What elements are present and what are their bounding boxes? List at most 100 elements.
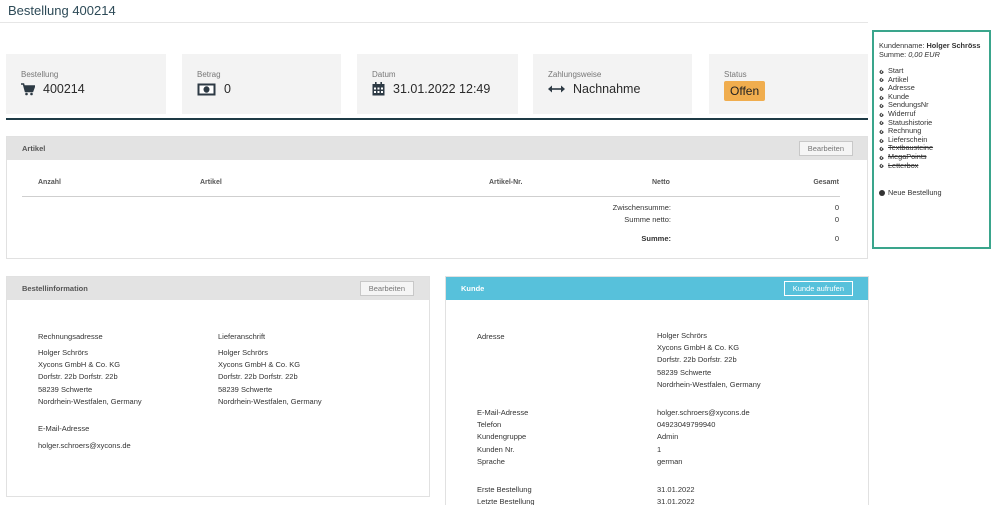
col-header-anzahl: Anzahl (38, 179, 61, 186)
sidebar-summe-label: Summe: (879, 50, 907, 59)
rechnungsadresse-label: Rechnungsadresse (38, 332, 103, 341)
address-line: Xycons GmbH & Co. KG (38, 360, 121, 370)
card-datum: Datum 31.01.2022 12:49 (357, 54, 518, 114)
neue-bestellung-label: Neue Bestellung (888, 188, 942, 198)
lieferanschrift: Holger Schrörs Xycons GmbH & Co. KG Dorf… (218, 347, 322, 408)
field-value: 04923049799940 (657, 420, 716, 430)
adresse-label: Adresse (477, 332, 505, 341)
address-line: Holger Schrörs (38, 348, 89, 357)
link-icon (879, 112, 884, 117)
bestellinfo-panel: Bestellinformation Bearbeiten Rechnungsa… (6, 276, 430, 497)
cart-icon (21, 82, 35, 95)
kunde-field-labels: E-Mail-Adresse Telefon Kundengruppe Kund… (477, 407, 528, 468)
address-line: 58239 Schwerte (657, 367, 712, 377)
summe-netto-value: 0 (834, 215, 839, 224)
field-value: holger.schroers@xycons.de (657, 408, 750, 417)
col-header-artikel: Artikel (200, 179, 222, 186)
artikel-panel: Artikel Bearbeiten Anzahl Artikel Artike… (6, 136, 868, 259)
kundenname-value: Holger Schröss (926, 41, 981, 50)
field-label: E-Mail-Adresse (477, 408, 529, 417)
address-line: Nordrhein-Westfalen, Germany (38, 396, 142, 406)
address-line: 58239 Schwerte (218, 384, 273, 394)
card-label: Status (724, 70, 747, 79)
col-header-netto: Netto (652, 179, 670, 186)
date-value: 31.01.2022 (657, 485, 695, 494)
address-line: 58239 Schwerte (38, 384, 93, 394)
card-value: Nachnahme (573, 82, 641, 96)
address-line: Xycons GmbH & Co. KG (657, 343, 740, 353)
summe-line: Summe: 0,00 EUR (879, 50, 989, 59)
summe-netto-label: Summe netto: (624, 215, 671, 224)
sidebar-link-letterbox[interactable]: Letterbox (879, 160, 989, 171)
card-status: Status Offen (709, 54, 868, 114)
lieferanschrift-label: Lieferanschrift (218, 332, 266, 341)
kunde-adresse: Holger Schrörs Xycons GmbH & Co. KG Dorf… (657, 330, 761, 391)
field-value: 1 (657, 444, 662, 454)
link-icon (879, 78, 884, 83)
kunde-date-values: 31.01.2022 31.01.2022 (657, 484, 695, 505)
kundenname-line: Kundenname: Holger Schröss (879, 41, 989, 50)
field-label: Sprache (477, 456, 505, 466)
kunde-aufrufen-button[interactable]: Kunde aufrufen (783, 281, 853, 296)
title-divider (0, 22, 868, 23)
bestellinfo-edit-button[interactable]: Bearbeiten (359, 281, 414, 296)
card-label: Zahlungsweise (548, 70, 602, 79)
kunde-panel-title: Kunde (461, 284, 485, 293)
kunde-panel-header: Kunde Kunde aufrufen (446, 277, 868, 300)
address-line: Nordrhein-Westfalen, Germany (218, 396, 322, 406)
card-label: Bestellung (21, 70, 59, 79)
card-betrag: Betrag 0 (182, 54, 341, 114)
artikel-panel-header: Artikel Bearbeiten (7, 137, 867, 160)
link-icon (879, 129, 884, 134)
bestellinfo-panel-title: Bestellinformation (22, 284, 88, 293)
bullet-icon (879, 189, 885, 196)
kunde-panel: Kunde Kunde aufrufen Adresse Holger Schr… (445, 276, 869, 505)
address-line: Dorfstr. 22b Dorfstr. 22b (218, 372, 298, 382)
link-icon (879, 155, 884, 160)
link-icon (879, 69, 884, 74)
date-label: Erste Bestellung (477, 485, 532, 494)
zwischensumme-label: Zwischensumme: (612, 203, 671, 212)
date-value: 31.01.2022 (657, 497, 695, 505)
date-label: Letzte Bestellung (477, 497, 535, 505)
col-header-artikel-nr: Artikel-Nr. (489, 179, 523, 186)
link-icon (879, 121, 884, 126)
kunde-date-labels: Erste Bestellung Letzte Bestellung (477, 484, 535, 505)
link-icon (879, 86, 884, 91)
artikel-edit-button[interactable]: Bearbeiten (798, 141, 853, 156)
field-label: Telefon (477, 420, 502, 430)
field-value: german (657, 456, 683, 466)
email-label: E-Mail-Adresse (38, 424, 90, 433)
zwischensumme-value: 0 (834, 203, 839, 212)
sidebar-summe-value: 0,00 EUR (908, 50, 940, 59)
field-value: Admin (657, 432, 679, 442)
summe-label: Summe: (641, 234, 671, 243)
email-value: holger.schroers@xycons.de (38, 441, 131, 450)
address-line: Holger Schrörs (657, 331, 708, 340)
field-label: Kunden Nr. (477, 444, 515, 454)
link-icon (879, 164, 884, 169)
status-badge: Offen (724, 81, 766, 101)
kunde-field-values: holger.schroers@xycons.de 04923049799940… (657, 407, 750, 468)
address-line: Nordrhein-Westfalen, Germany (657, 379, 761, 389)
card-label: Betrag (197, 70, 221, 79)
link-icon (879, 95, 884, 100)
col-header-gesamt: Gesamt (813, 179, 839, 186)
bestellinfo-panel-header: Bestellinformation Bearbeiten (7, 277, 429, 300)
calendar-icon (372, 82, 385, 96)
link-icon (879, 146, 884, 151)
kundenname-label: Kundenname: (879, 41, 925, 50)
card-zahlungsweise: Zahlungsweise Nachnahme (533, 54, 692, 114)
card-bestellung: Bestellung 400214 (6, 54, 166, 114)
order-sidebar: Kundenname: Holger Schröss Summe: 0,00 E… (872, 30, 991, 249)
rechnungsadresse: Holger Schrörs Xycons GmbH & Co. KG Dorf… (38, 347, 142, 408)
link-icon (879, 138, 884, 143)
address-line: Dorfstr. 22b Dorfstr. 22b (38, 372, 118, 382)
summe-value: 0 (834, 234, 839, 243)
sidebar-link-label: Letterbox (888, 160, 919, 170)
card-value: 0 (224, 82, 231, 96)
card-label: Datum (372, 70, 396, 79)
neue-bestellung-link[interactable]: Neue Bestellung (879, 188, 989, 197)
link-icon (879, 103, 884, 108)
table-divider (22, 196, 840, 197)
